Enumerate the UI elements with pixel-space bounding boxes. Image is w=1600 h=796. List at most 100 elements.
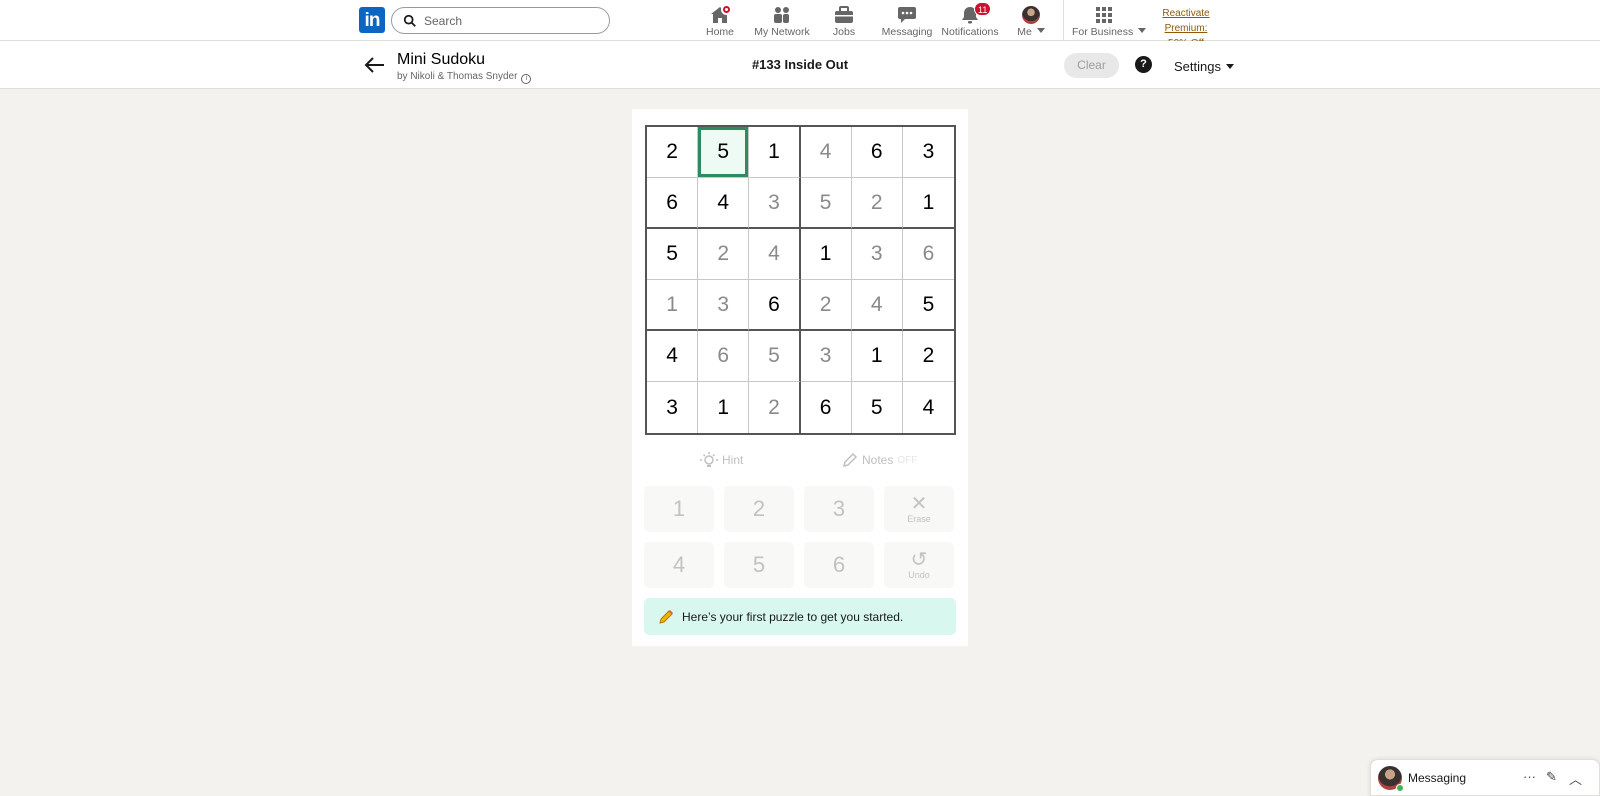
key-6[interactable]: 6: [804, 542, 874, 588]
sudoku-cell-r4c1[interactable]: 1: [647, 280, 699, 331]
grid-icon: [1096, 7, 1112, 23]
sudoku-cell-r1c6[interactable]: 3: [902, 127, 954, 178]
undo-label: Undo: [908, 570, 930, 580]
messaging-overlay[interactable]: Messaging ··· ✎ ︿: [1370, 759, 1600, 796]
notes-state: OFF: [897, 454, 918, 466]
key-4[interactable]: 4: [644, 542, 714, 588]
nav-messaging-label: Messaging: [881, 26, 933, 38]
clear-button[interactable]: Clear: [1064, 53, 1119, 78]
nav-my-network-label: My Network: [754, 26, 810, 38]
lightbulb-icon: [700, 452, 718, 467]
sudoku-cell-r6c2[interactable]: 1: [698, 382, 750, 433]
nav-home-label: Home: [705, 26, 734, 38]
sudoku-cell-r2c1[interactable]: 6: [647, 178, 699, 229]
nav-my-network[interactable]: My Network: [752, 4, 812, 38]
sudoku-cell-r1c5[interactable]: 6: [851, 127, 903, 178]
sudoku-cell-r2c3[interactable]: 3: [749, 178, 801, 229]
nav-messaging[interactable]: Messaging: [881, 4, 933, 38]
nav-notifications[interactable]: 11 Notifications: [941, 2, 999, 38]
sudoku-cell-r5c5[interactable]: 1: [851, 331, 903, 382]
sudoku-cell-r5c4[interactable]: 3: [800, 331, 852, 382]
compose-icon[interactable]: ✎: [1546, 769, 1557, 785]
sudoku-cell-r3c4[interactable]: 1: [800, 229, 852, 280]
sudoku-cell-r3c5[interactable]: 3: [851, 229, 903, 280]
search-placeholder: Search: [424, 14, 463, 28]
sudoku-cell-r4c2[interactable]: 3: [698, 280, 750, 331]
erase-label: Erase: [907, 514, 931, 524]
notes-toggle[interactable]: Notes OFF: [842, 452, 917, 468]
nav-jobs[interactable]: Jobs: [829, 4, 859, 38]
nav-divider: [1063, 0, 1064, 41]
sudoku-cell-r3c1[interactable]: 5: [647, 229, 699, 280]
nav-notifications-label: Notifications: [941, 26, 999, 38]
briefcase-icon: [835, 6, 853, 23]
sudoku-cell-r3c2[interactable]: 2: [698, 229, 750, 280]
chevron-down-icon: [1036, 28, 1045, 33]
sudoku-cell-r6c6[interactable]: 4: [903, 382, 954, 433]
erase-button[interactable]: ✕ Erase: [884, 486, 954, 532]
info-icon[interactable]: i: [521, 74, 532, 84]
nav-jobs-label: Jobs: [832, 26, 856, 38]
sudoku-cell-r6c3[interactable]: 2: [749, 382, 801, 433]
back-arrow-icon[interactable]: [364, 56, 386, 74]
undo-button[interactable]: ↺ Undo: [884, 542, 954, 588]
search-input[interactable]: Search: [391, 7, 610, 34]
key-2[interactable]: 2: [724, 486, 794, 532]
sudoku-cell-r3c6[interactable]: 6: [902, 229, 954, 280]
sudoku-cell-r5c3[interactable]: 5: [749, 331, 801, 382]
sudoku-cell-r2c4[interactable]: 5: [800, 178, 852, 229]
nav-home[interactable]: Home: [700, 4, 740, 38]
game-byline: by Nikoli & Thomas Snyder i: [397, 71, 532, 84]
sudoku-cell-r6c1[interactable]: 3: [647, 382, 699, 433]
nav-for-business[interactable]: For Business: [1072, 4, 1147, 38]
sudoku-cell-r5c1[interactable]: 4: [647, 331, 699, 382]
sudoku-cell-r1c1[interactable]: 2: [647, 127, 699, 178]
sudoku-cell-r5c6[interactable]: 2: [902, 331, 954, 382]
help-icon[interactable]: ?: [1135, 56, 1152, 73]
game-board-card: 251463643521524136136245465312312654 Hin…: [632, 109, 968, 646]
banner-text: Here’s your first puzzle to get you star…: [682, 609, 904, 624]
sudoku-cell-r6c4[interactable]: 6: [801, 382, 852, 433]
sudoku-cell-r4c5[interactable]: 4: [851, 280, 903, 331]
notes-label: Notes: [862, 453, 894, 467]
online-status-dot: [1396, 784, 1404, 792]
sudoku-cell-r4c6[interactable]: 5: [902, 280, 954, 331]
network-icon: [774, 7, 789, 23]
premium-line-1: Reactivate Premium:: [1162, 8, 1210, 34]
undo-icon: ↺: [910, 549, 928, 571]
nav-me[interactable]: Me: [1016, 4, 1046, 38]
sudoku-cell-r2c2[interactable]: 4: [698, 178, 750, 229]
key-5[interactable]: 5: [724, 542, 794, 588]
sudoku-cell-r5c2[interactable]: 6: [698, 331, 750, 382]
nav-me-label: Me: [1016, 26, 1046, 38]
more-options-icon[interactable]: ···: [1523, 769, 1536, 784]
sudoku-cell-r1c2[interactable]: 5: [698, 127, 750, 178]
avatar: [1022, 6, 1040, 24]
key-3[interactable]: 3: [804, 486, 874, 532]
key-1[interactable]: 1: [644, 486, 714, 532]
info-banner: Here’s your first puzzle to get you star…: [644, 598, 956, 635]
sudoku-cell-r6c5[interactable]: 5: [852, 382, 903, 433]
sudoku-cell-r1c4[interactable]: 4: [800, 127, 852, 178]
sudoku-cell-r2c6[interactable]: 1: [902, 178, 954, 229]
sudoku-cell-r2c5[interactable]: 2: [851, 178, 903, 229]
close-icon: ✕: [910, 493, 928, 515]
hint-label: Hint: [722, 453, 744, 467]
sudoku-cell-r4c4[interactable]: 2: [800, 280, 852, 331]
hint-button[interactable]: Hint: [700, 452, 743, 468]
home-activity-dot: [721, 4, 732, 15]
chevron-up-icon[interactable]: ︿: [1569, 769, 1582, 788]
sudoku-cell-r4c3[interactable]: 6: [749, 280, 801, 331]
sudoku-cell-r3c3[interactable]: 4: [749, 229, 801, 280]
chevron-down-icon: [1225, 64, 1234, 69]
pencil-icon: [659, 609, 673, 624]
search-icon: [403, 14, 416, 27]
number-keypad: 1 2 3 ✕ Erase 4 5 6 ↺ Undo: [644, 486, 956, 588]
linkedin-logo[interactable]: in: [359, 7, 385, 33]
notifications-badge: 11: [974, 2, 992, 16]
nav-for-business-label: For Business: [1072, 26, 1147, 38]
game-title: Mini Sudoku: [397, 51, 486, 68]
sudoku-cell-r1c3[interactable]: 1: [749, 127, 801, 178]
sudoku-grid: 251463643521524136136245465312312654: [645, 125, 956, 435]
settings-dropdown[interactable]: Settings: [1174, 59, 1234, 74]
